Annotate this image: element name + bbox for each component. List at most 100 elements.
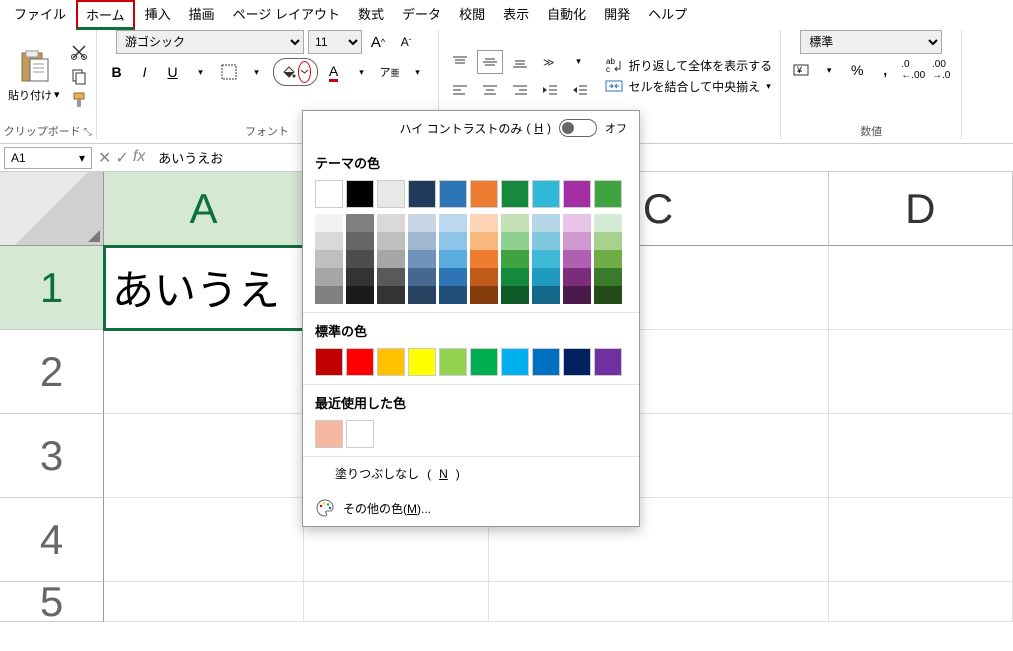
menu-help[interactable]: ヘルプ: [640, 1, 695, 26]
function-button[interactable]: fx: [133, 148, 145, 168]
align-bottom-button[interactable]: [507, 50, 533, 74]
theme-tint-swatch[interactable]: [346, 286, 374, 304]
theme-tint-swatch[interactable]: [563, 232, 591, 250]
standard-swatch[interactable]: [408, 348, 436, 376]
comma-button[interactable]: ,: [873, 58, 897, 82]
theme-tint-swatch[interactable]: [439, 250, 467, 268]
theme-tint-swatch[interactable]: [470, 232, 498, 250]
align-top-button[interactable]: [447, 50, 473, 74]
theme-swatch[interactable]: [563, 180, 591, 208]
cell-d3[interactable]: [829, 414, 1013, 498]
theme-tint-swatch[interactable]: [532, 232, 560, 250]
merge-center-button[interactable]: セルを結合して中央揃え ▾: [605, 78, 773, 95]
theme-tint-swatch[interactable]: [594, 250, 622, 268]
theme-tint-swatch[interactable]: [563, 250, 591, 268]
font-size-select[interactable]: 11: [308, 30, 362, 54]
cell-d1[interactable]: [829, 246, 1013, 330]
theme-tint-swatch[interactable]: [346, 214, 374, 232]
orientation-dropdown[interactable]: ▾: [567, 50, 591, 74]
theme-tint-swatch[interactable]: [377, 232, 405, 250]
row-header-1[interactable]: 1: [0, 246, 104, 330]
cell-d5[interactable]: [829, 582, 1013, 622]
menu-file[interactable]: ファイル: [6, 1, 74, 26]
more-colors-action[interactable]: その他の色(M)...: [303, 490, 639, 526]
format-painter-icon[interactable]: [70, 91, 88, 109]
theme-swatch[interactable]: [594, 180, 622, 208]
cell-d2[interactable]: [829, 330, 1013, 414]
theme-tint-swatch[interactable]: [315, 250, 343, 268]
row-header-5[interactable]: 5: [0, 582, 104, 622]
theme-swatch[interactable]: [315, 180, 343, 208]
align-right-button[interactable]: [507, 78, 533, 102]
borders-dropdown[interactable]: ▾: [245, 60, 269, 84]
theme-swatch[interactable]: [470, 180, 498, 208]
col-header-d[interactable]: D: [829, 172, 1013, 246]
theme-tint-swatch[interactable]: [501, 268, 529, 286]
row-header-4[interactable]: 4: [0, 498, 104, 582]
cell-a2[interactable]: [104, 330, 304, 414]
theme-tint-swatch[interactable]: [439, 214, 467, 232]
theme-swatch[interactable]: [439, 180, 467, 208]
enter-formula-button[interactable]: ✓: [115, 148, 128, 168]
theme-tint-swatch[interactable]: [377, 286, 405, 304]
name-box[interactable]: A1 ▾: [4, 147, 92, 169]
menu-developer[interactable]: 開発: [596, 1, 638, 26]
theme-tint-swatch[interactable]: [532, 250, 560, 268]
standard-swatch[interactable]: [501, 348, 529, 376]
recent-swatch[interactable]: [315, 420, 343, 448]
menu-draw[interactable]: 描画: [181, 1, 223, 26]
theme-tint-swatch[interactable]: [594, 286, 622, 304]
align-left-button[interactable]: [447, 78, 473, 102]
row-header-3[interactable]: 3: [0, 414, 104, 498]
standard-swatch[interactable]: [532, 348, 560, 376]
cell-d4[interactable]: [829, 498, 1013, 582]
theme-tint-swatch[interactable]: [377, 250, 405, 268]
theme-tint-swatch[interactable]: [346, 268, 374, 286]
cancel-formula-button[interactable]: ✕: [98, 148, 111, 168]
accounting-dropdown[interactable]: ▾: [817, 58, 841, 82]
menu-pagelayout[interactable]: ページ レイアウト: [225, 1, 348, 26]
increase-indent-button[interactable]: [567, 78, 593, 102]
theme-swatch[interactable]: [408, 180, 436, 208]
copy-icon[interactable]: [70, 67, 88, 85]
theme-tint-swatch[interactable]: [470, 286, 498, 304]
col-header-a[interactable]: A: [104, 172, 304, 246]
no-fill-action[interactable]: 塗りつぶしなし(N): [303, 456, 639, 490]
theme-tint-swatch[interactable]: [501, 286, 529, 304]
menu-home[interactable]: ホーム: [76, 0, 135, 30]
cell-b5[interactable]: [304, 582, 489, 622]
clipboard-launcher[interactable]: ⤡: [84, 127, 92, 138]
theme-tint-swatch[interactable]: [408, 268, 436, 286]
font-color-dropdown[interactable]: ▾: [350, 60, 374, 84]
theme-swatch[interactable]: [532, 180, 560, 208]
menu-insert[interactable]: 挿入: [137, 1, 179, 26]
cell-c5[interactable]: [489, 582, 829, 622]
theme-swatch[interactable]: [346, 180, 374, 208]
standard-swatch[interactable]: [315, 348, 343, 376]
orientation-button[interactable]: ≫: [537, 50, 563, 74]
cut-icon[interactable]: [70, 43, 88, 61]
theme-tint-swatch[interactable]: [408, 232, 436, 250]
borders-button[interactable]: [217, 60, 241, 84]
theme-swatch[interactable]: [501, 180, 529, 208]
theme-tint-swatch[interactable]: [315, 232, 343, 250]
theme-tint-swatch[interactable]: [532, 268, 560, 286]
increase-decimal-button[interactable]: .0←.00: [901, 58, 925, 82]
theme-tint-swatch[interactable]: [501, 214, 529, 232]
high-contrast-toggle[interactable]: [559, 119, 597, 137]
align-center-button[interactable]: [477, 78, 503, 102]
standard-swatch[interactable]: [470, 348, 498, 376]
cell-a5[interactable]: [104, 582, 304, 622]
theme-tint-swatch[interactable]: [532, 214, 560, 232]
select-all-corner[interactable]: [0, 172, 104, 246]
theme-tint-swatch[interactable]: [439, 286, 467, 304]
accounting-format-button[interactable]: ¥: [789, 58, 813, 82]
theme-tint-swatch[interactable]: [470, 250, 498, 268]
theme-tint-swatch[interactable]: [315, 214, 343, 232]
theme-tint-swatch[interactable]: [594, 268, 622, 286]
menu-data[interactable]: データ: [394, 1, 449, 26]
standard-swatch[interactable]: [563, 348, 591, 376]
cell-a4[interactable]: [104, 498, 304, 582]
theme-tint-swatch[interactable]: [501, 250, 529, 268]
row-header-2[interactable]: 2: [0, 330, 104, 414]
